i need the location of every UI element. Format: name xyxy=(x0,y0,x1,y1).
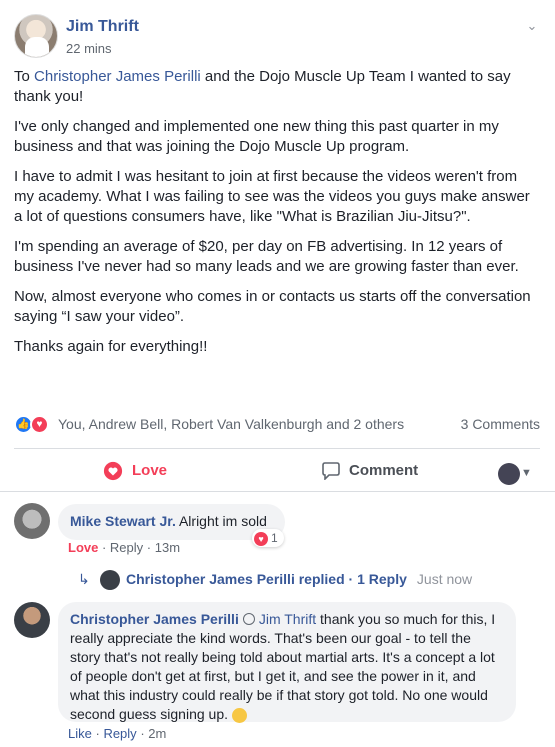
comment-text: Alright im sold xyxy=(178,513,267,529)
verified-icon xyxy=(242,613,255,626)
comment-author[interactable]: Christopher James Perilli xyxy=(70,611,239,627)
post-body: To Christopher James Perilli and the Doj… xyxy=(14,67,540,367)
replies-summary[interactable]: ↳ Christopher James Perilli replied · 1 R… xyxy=(78,568,473,591)
love-label: Love xyxy=(132,462,168,479)
action-bar: Love Comment ▼ xyxy=(14,448,540,493)
author-name[interactable]: Jim Thrift xyxy=(66,18,139,36)
reply-arrow-icon: ↳ xyxy=(78,571,90,587)
heart-icon: ♥ xyxy=(254,531,268,546)
mention-link[interactable]: Jim Thrift xyxy=(259,611,316,627)
comments-section: Mike Stewart Jr. Alright im sold ♥ 1 Love… xyxy=(0,492,555,747)
separator-dot: · xyxy=(146,540,155,555)
comment-time[interactable]: 2m xyxy=(148,726,166,741)
love-button[interactable]: Love xyxy=(102,459,167,483)
comment-bubble: Christopher James Perilli Jim Thrift than… xyxy=(58,602,516,723)
reaction-icons[interactable]: 👍 ♥ xyxy=(14,415,56,435)
author-avatar[interactable] xyxy=(14,14,58,58)
avatar[interactable] xyxy=(14,503,50,539)
comment-button[interactable]: Comment xyxy=(321,459,418,483)
comment-bubble: Mike Stewart Jr. Alright im sold xyxy=(58,504,285,540)
reaction-count: 1 xyxy=(271,531,278,545)
reply-author: Christopher James Perilli xyxy=(126,571,295,587)
heart-icon xyxy=(103,461,123,481)
separator-dot: · xyxy=(348,571,358,587)
reply-link[interactable]: Reply xyxy=(103,726,136,741)
post-header: Jim Thrift 22 mins ⌄ xyxy=(14,14,539,64)
avatar xyxy=(100,570,120,591)
avatar[interactable] xyxy=(14,602,50,638)
post-paragraph: Now, almost everyone who comes in or con… xyxy=(14,288,531,325)
post-paragraph: I've only changed and implemented one ne… xyxy=(14,118,499,155)
caret-down-icon[interactable]: ▼ xyxy=(521,467,532,479)
chevron-down-icon[interactable]: ⌄ xyxy=(524,18,540,34)
comment-text: thank you so much for this, I really app… xyxy=(70,611,496,722)
mention-link[interactable]: Christopher James Perilli xyxy=(34,68,201,85)
reaction-badge[interactable]: ♥ 1 xyxy=(252,529,284,547)
heart-icon: ♥ xyxy=(30,415,49,434)
identity-avatar[interactable] xyxy=(498,463,520,485)
comment-meta: Like · Reply · 2m xyxy=(68,726,166,741)
post-time[interactable]: 22 mins xyxy=(66,41,112,56)
post-text: To xyxy=(14,68,35,85)
comment-meta: Love · Reply · 13m xyxy=(68,540,180,555)
like-link[interactable]: Like xyxy=(68,726,92,741)
reactions-bar: 👍 ♥ You, Andrew Bell, Robert Van Valkenb… xyxy=(14,414,540,436)
reply-time: Just now xyxy=(416,571,473,587)
post-card: Jim Thrift 22 mins ⌄ To Christopher Jame… xyxy=(0,0,555,747)
reply-link[interactable]: Reply xyxy=(110,540,143,555)
post-paragraph: Thanks again for everything!! xyxy=(14,338,208,355)
smile-emoji-icon xyxy=(232,707,247,723)
comment-time[interactable]: 13m xyxy=(155,540,180,555)
reaction-names[interactable]: You, Andrew Bell, Robert Van Valkenburgh… xyxy=(58,416,404,432)
post-paragraph: I have to admit I was hesitant to join a… xyxy=(14,168,530,225)
comment-author[interactable]: Mike Stewart Jr. xyxy=(70,513,176,529)
comment-icon xyxy=(322,462,340,481)
post-paragraph: I'm spending an average of $20, per day … xyxy=(14,238,519,275)
reply-count: 1 Reply xyxy=(357,571,407,587)
separator-dot: · xyxy=(101,540,110,555)
love-link[interactable]: Love xyxy=(68,540,98,555)
comment-label: Comment xyxy=(349,462,419,479)
reply-action: replied xyxy=(298,571,345,587)
post-paragraph: To Christopher James Perilli and the Doj… xyxy=(14,67,540,107)
comment-count[interactable]: 3 Comments xyxy=(461,416,540,432)
